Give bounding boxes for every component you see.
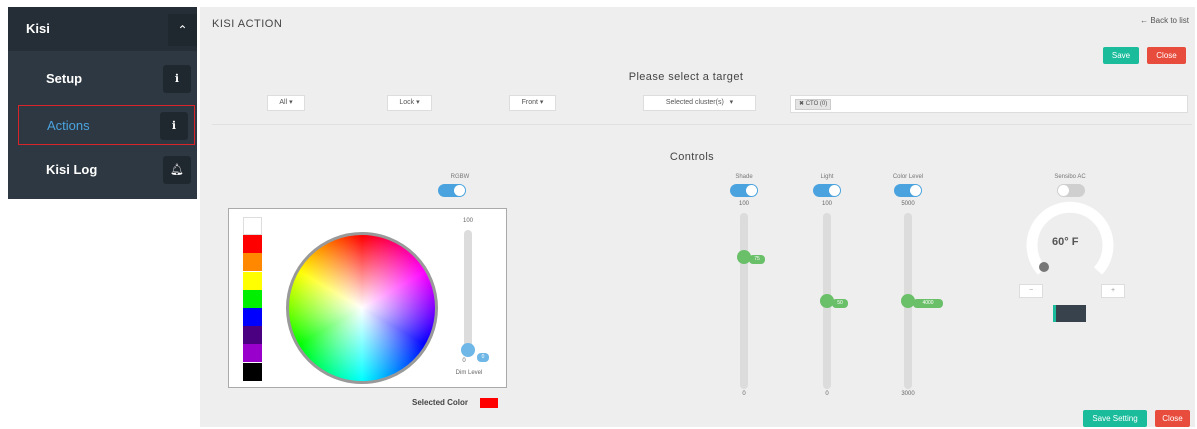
cluster-tag[interactable]: ✖ CTO (0): [795, 99, 832, 110]
toggle-knob: [910, 185, 921, 196]
color-swatch[interactable]: [243, 271, 262, 290]
sidebar: Kisi ⌃ Setup ℹ Actions ℹ Kisi Log 🔔︎: [8, 7, 197, 199]
slider-value-badge: 4000: [913, 299, 943, 308]
color-swatch[interactable]: [243, 344, 262, 363]
lock-dropdown[interactable]: Lock ▾: [387, 95, 432, 111]
ac-temperature: 60° F: [1052, 236, 1079, 248]
color-swatch[interactable]: [243, 362, 262, 381]
ac-decrease-button[interactable]: −: [1019, 284, 1043, 298]
dropdown-value: Lock: [399, 99, 415, 106]
color-wheel[interactable]: [286, 232, 438, 384]
close-button[interactable]: Close: [1147, 47, 1186, 64]
sidebar-header[interactable]: Kisi ⌃: [8, 7, 197, 51]
ac-dial-handle: [1039, 262, 1049, 272]
info-icon: ℹ: [163, 65, 191, 93]
dim-level-label: Dim Level: [455, 370, 483, 376]
rgbw-label: RGBW: [450, 174, 470, 180]
sidebar-item-setup[interactable]: Setup ℹ: [16, 59, 197, 99]
color-swatch[interactable]: [243, 308, 262, 326]
caret-down-icon: ▾: [539, 99, 544, 106]
color-picker-panel: 100 0 0 Dim Level: [228, 208, 507, 388]
slider-toggle[interactable]: [813, 184, 841, 197]
color-swatch[interactable]: [243, 217, 262, 235]
target-tag-input[interactable]: ✖ CTO (0): [790, 95, 1188, 113]
slider-max-label: 100: [738, 201, 749, 207]
sidebar-item-actions[interactable]: Actions ℹ: [18, 105, 195, 145]
divider: [212, 124, 1192, 125]
sidebar-item-label: Actions: [47, 118, 90, 133]
dim-slider-track[interactable]: [464, 230, 472, 348]
bell-icon: 🔔︎: [163, 156, 191, 184]
dropdown-value: Selected cluster(s): [665, 99, 724, 106]
slider-toggle[interactable]: [894, 184, 922, 197]
cluster-dropdown[interactable]: Selected cluster(s) ▾: [643, 95, 756, 111]
sidebar-item-label: Setup: [46, 71, 83, 86]
front-dropdown[interactable]: Front ▾: [509, 95, 556, 111]
app-root: Kisi ⌃ Setup ℹ Actions ℹ Kisi Log 🔔︎ KIS…: [0, 0, 1197, 429]
caret-down-icon: ▾: [289, 99, 293, 106]
toggle-knob: [829, 185, 840, 196]
slider-value-badge: 75: [749, 255, 765, 264]
slider-label: Shade: [735, 174, 753, 180]
slider-toggle[interactable]: [730, 184, 758, 197]
slider-label: Color Level: [892, 174, 924, 180]
dropdown-value: All: [279, 99, 288, 106]
color-swatch[interactable]: [243, 289, 262, 308]
ac-toggle[interactable]: [1057, 184, 1085, 197]
sidebar-header-label: Kisi: [26, 21, 50, 36]
dim-slider-handle[interactable]: [461, 343, 475, 357]
rgbw-toggle[interactable]: [438, 184, 466, 197]
sidebar-item-kisi-log[interactable]: Kisi Log 🔔︎: [16, 150, 197, 190]
slider-min-label: 0: [825, 391, 829, 397]
selected-color-swatch: [480, 398, 498, 408]
all-dropdown[interactable]: All ▾: [267, 95, 305, 111]
toggle-knob: [454, 185, 465, 196]
back-to-list-link[interactable]: ← Back to list: [1140, 16, 1189, 25]
page-title: KISI ACTION: [212, 18, 283, 30]
ac-label: Sensibo AC: [1054, 174, 1086, 180]
info-icon: ℹ: [160, 112, 188, 140]
toggle-knob: [1058, 185, 1069, 196]
slider-max-label: 5000: [901, 201, 915, 207]
slider-label: Light: [820, 174, 834, 180]
color-swatch[interactable]: [243, 326, 262, 345]
dim-min-label: 0: [462, 358, 466, 364]
main-panel: KISI ACTION ← Back to list Save Close Pl…: [200, 7, 1195, 427]
ac-mode-button[interactable]: [1053, 305, 1086, 322]
controls-heading: Controls: [669, 151, 715, 163]
slider-min-label: 0: [742, 391, 746, 397]
slider-value-badge: 50: [832, 299, 848, 308]
caret-down-icon: ▾: [416, 99, 420, 106]
chevron-up-icon[interactable]: ⌃: [168, 14, 197, 46]
footer-close-button[interactable]: Close: [1155, 410, 1190, 427]
slider-min-label: 3000: [901, 391, 915, 397]
dim-max-label: 100: [462, 218, 473, 224]
ac-increase-button[interactable]: +: [1101, 284, 1125, 298]
slider-track[interactable]: [740, 213, 748, 389]
sidebar-item-label: Kisi Log: [46, 162, 98, 177]
caret-down-icon: ▾: [729, 99, 734, 106]
save-button[interactable]: Save: [1103, 47, 1139, 64]
slider-max-label: 100: [821, 201, 832, 207]
toggle-knob: [746, 185, 757, 196]
color-swatch[interactable]: [243, 235, 262, 254]
selected-color-label: Selected Color: [412, 398, 469, 407]
target-heading: Please select a target: [628, 71, 744, 83]
color-swatch[interactable]: [243, 253, 262, 272]
save-setting-button[interactable]: Save Setting: [1083, 410, 1147, 427]
dropdown-value: Front: [521, 99, 538, 106]
